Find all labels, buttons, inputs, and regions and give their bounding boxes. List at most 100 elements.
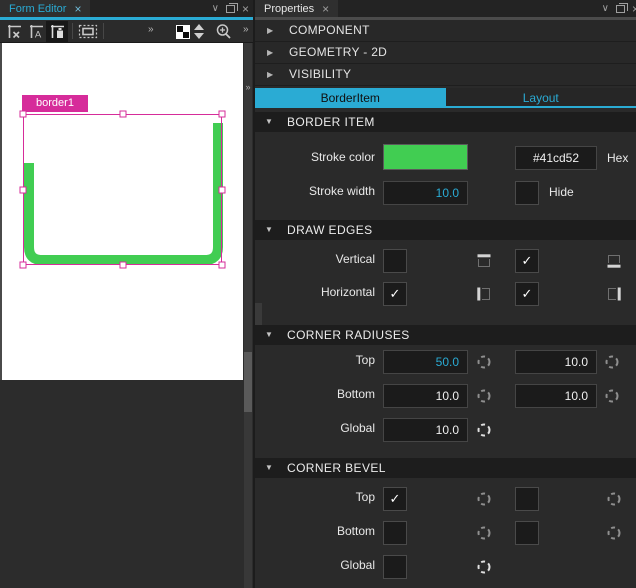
float-window-icon[interactable]	[616, 5, 625, 13]
global-label: Global	[255, 421, 375, 435]
toolbar-separator	[103, 23, 104, 39]
vertical-scrollbar[interactable]	[244, 43, 252, 588]
resize-handle-nw[interactable]	[20, 111, 27, 118]
check-icon: ✓	[390, 286, 401, 301]
action-indicator-icon[interactable]	[605, 355, 619, 369]
bevel-bottom-left-checkbox[interactable]	[383, 521, 407, 545]
check-icon: ✓	[390, 491, 401, 506]
action-indicator-icon[interactable]	[605, 389, 619, 403]
tab-layout[interactable]: Layout	[446, 88, 636, 106]
resize-handle-s[interactable]	[120, 262, 127, 269]
edge-bottom-checkbox[interactable]: ✓	[515, 249, 539, 273]
action-indicator-icon[interactable]	[607, 492, 621, 506]
section-label: COMPONENT	[289, 23, 370, 37]
resize-handle-ne[interactable]	[219, 111, 226, 118]
radius-global-input[interactable]: 10.0	[383, 418, 468, 442]
edge-left-checkbox[interactable]: ✓	[383, 282, 407, 306]
chevron-right-icon: ▶	[267, 26, 273, 35]
scrollbar-thumb[interactable]	[244, 352, 252, 412]
chevron-down-icon[interactable]: ∨	[602, 4, 609, 14]
contrast-icon[interactable]	[172, 21, 194, 42]
bevel-bottom-right-checkbox[interactable]	[515, 521, 539, 545]
action-indicator-icon[interactable]	[477, 389, 491, 403]
edge-right-checkbox[interactable]: ✓	[515, 282, 539, 306]
resize-handle-sw[interactable]	[20, 262, 27, 269]
overflow-icon[interactable]: »	[243, 24, 249, 35]
toolbar-separator	[72, 23, 73, 39]
bevel-top-left-checkbox[interactable]: ✓	[383, 487, 407, 511]
close-icon[interactable]: ×	[322, 3, 329, 15]
form-editor-tabstrip: Form Editor × ∨ ×	[0, 0, 253, 17]
resize-handle-se[interactable]	[219, 262, 226, 269]
bottom-label: Bottom	[255, 387, 375, 401]
action-indicator-icon[interactable]	[477, 526, 491, 540]
hex-suffix-label: Hex	[607, 151, 628, 165]
section-geometry-2d[interactable]: ▶ GEOMETRY - 2D	[255, 42, 636, 64]
tab-form-editor[interactable]: Form Editor ×	[0, 0, 90, 17]
section-title: BORDER ITEM	[287, 115, 375, 129]
action-indicator-icon[interactable]	[477, 355, 491, 369]
color-swatch[interactable]	[383, 144, 468, 170]
draw-edges-horizontal-row: Horizontal ✓ ✓	[255, 281, 636, 307]
bevel-top-right-checkbox[interactable]	[515, 487, 539, 511]
snap-parent-icon[interactable]	[46, 21, 68, 42]
bevel-global-checkbox[interactable]	[383, 555, 407, 579]
section-draw-edges[interactable]: ▼ DRAW EDGES	[255, 220, 636, 240]
resize-handle-w[interactable]	[20, 187, 27, 194]
edge-top-checkbox[interactable]	[383, 249, 407, 273]
edge-left-icon	[477, 287, 491, 301]
tab-borderitem[interactable]: BorderItem	[255, 88, 446, 106]
close-icon[interactable]: ×	[242, 3, 249, 15]
resize-handle-e[interactable]	[219, 187, 226, 194]
vertical-label: Vertical	[255, 252, 375, 266]
bevel-bottom-row: Bottom	[255, 520, 636, 546]
selection-rect[interactable]	[23, 114, 222, 265]
section-border-item[interactable]: ▼ BORDER ITEM	[255, 112, 636, 132]
radius-top-row: Top 50.0 10.0	[255, 349, 636, 375]
splitter-toggle-icon[interactable]: »	[243, 79, 253, 95]
float-window-icon[interactable]	[226, 5, 235, 13]
resize-handle-n[interactable]	[120, 111, 127, 118]
section-corner-radiuses[interactable]: ▼ CORNER RADIUSES	[255, 325, 636, 345]
radius-bottom-left-input[interactable]: 10.0	[383, 384, 468, 408]
edge-bottom-icon	[607, 254, 621, 268]
draw-edges-vertical-row: Vertical ✓	[255, 248, 636, 274]
form-editor-toolbar: A » »	[0, 20, 253, 43]
section-component[interactable]: ▶ COMPONENT	[255, 20, 636, 42]
form-editor-window-controls: ∨ ×	[212, 0, 249, 17]
snap-anchors-icon[interactable]: A	[25, 21, 47, 42]
chevron-down-icon: ▼	[265, 117, 273, 126]
overflow-icon[interactable]: »	[148, 24, 154, 35]
section-corner-bevel[interactable]: ▼ CORNER BEVEL	[255, 458, 636, 478]
close-icon[interactable]: ×	[74, 3, 81, 15]
hide-label: Hide	[549, 185, 574, 199]
properties-panel: Properties × ∨ × ▶ COMPONENT ▶ GEOMETRY …	[255, 0, 636, 588]
tab-properties[interactable]: Properties ×	[255, 0, 338, 17]
radius-top-left-input[interactable]: 50.0	[383, 350, 468, 374]
stroke-width-input[interactable]: 10.0	[383, 181, 468, 205]
chevron-right-icon: ▶	[267, 70, 273, 79]
chevron-right-icon: ▶	[267, 48, 273, 57]
action-indicator-icon[interactable]	[477, 492, 491, 506]
radius-global-row: Global 10.0	[255, 417, 636, 443]
hex-input[interactable]: #41cd52	[515, 146, 597, 170]
section-visibility[interactable]: ▶ VISIBILITY	[255, 64, 636, 86]
zoom-icon[interactable]	[212, 21, 234, 42]
stroke-color-label: Stroke color	[255, 150, 375, 164]
action-indicator-icon[interactable]	[477, 560, 491, 574]
snap-off-icon[interactable]	[3, 21, 25, 42]
fit-vertical-icon[interactable]	[192, 21, 206, 42]
hide-checkbox[interactable]	[515, 181, 539, 205]
chevron-down-icon[interactable]: ∨	[212, 4, 219, 14]
form-editor-canvas[interactable]: border1 »	[0, 43, 253, 588]
radius-top-right-input[interactable]: 10.0	[515, 350, 597, 374]
action-indicator-icon[interactable]	[607, 526, 621, 540]
item-id-label[interactable]: border1	[22, 95, 88, 112]
radius-bottom-right-input[interactable]: 10.0	[515, 384, 597, 408]
action-indicator-icon[interactable]	[477, 423, 491, 437]
section-label: VISIBILITY	[289, 67, 351, 81]
designer-window: Form Editor × ∨ × A	[0, 0, 636, 588]
bounding-rect-icon[interactable]	[77, 21, 99, 42]
close-icon[interactable]: ×	[632, 3, 636, 15]
check-icon: ✓	[522, 253, 533, 268]
